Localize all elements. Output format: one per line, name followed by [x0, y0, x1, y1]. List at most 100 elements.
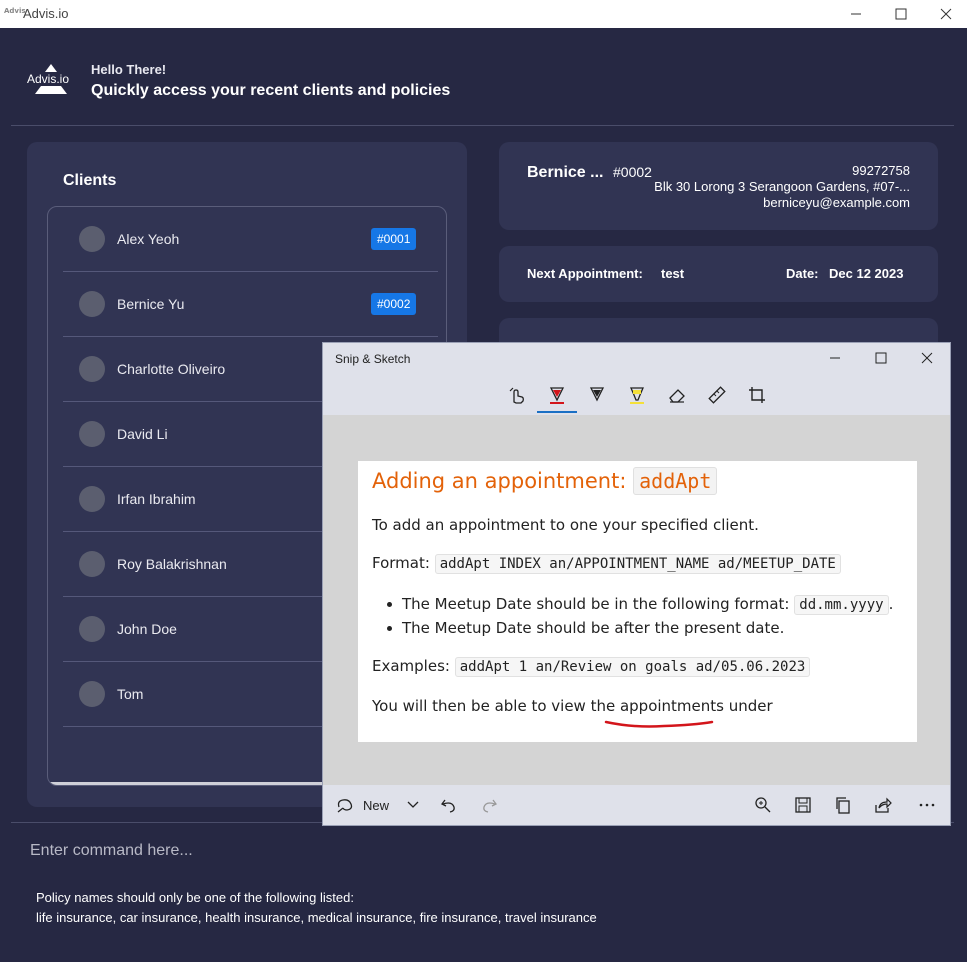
- avatar: [79, 356, 105, 382]
- doc-format-label: Format:: [372, 554, 430, 572]
- crop-button[interactable]: [745, 383, 769, 407]
- doc-bullet1-code: dd.mm.yyyy: [794, 595, 889, 615]
- client-name: John Doe: [117, 621, 177, 637]
- greeting: Hello There!: [91, 62, 167, 77]
- close-icon: [921, 352, 933, 364]
- highlighter-button[interactable]: [625, 383, 649, 407]
- doc-heading-text: Adding an appointment:: [372, 469, 627, 493]
- client-list-item[interactable]: Bernice Yu #0002: [63, 272, 438, 337]
- ballpoint-pen-icon: [549, 387, 565, 404]
- client-name: Roy Balakrishnan: [117, 556, 227, 572]
- client-detail-phone: 99272758: [852, 163, 910, 178]
- zoom-in-icon: [755, 797, 771, 813]
- page-subtitle: Quickly access your recent clients and p…: [91, 82, 451, 99]
- client-list-item[interactable]: Alex Yeoh #0001: [63, 207, 438, 272]
- eraser-button[interactable]: [665, 383, 689, 407]
- bullet-icon: [387, 626, 392, 631]
- ballpoint-pen-button[interactable]: [545, 383, 569, 407]
- snip-maximize-button[interactable]: [858, 343, 904, 373]
- command-input[interactable]: [11, 838, 954, 864]
- close-button[interactable]: [923, 0, 967, 28]
- zoom-button[interactable]: [751, 793, 775, 817]
- client-detail-address: Blk 30 Lorong 3 Serangoon Gardens, #07-.…: [654, 179, 910, 194]
- ruler-icon: [708, 386, 726, 404]
- avatar: [79, 486, 105, 512]
- crop-icon: [749, 387, 765, 403]
- doc-format-code: addApt INDEX an/APPOINTMENT_NAME ad/MEET…: [434, 554, 841, 574]
- pencil-icon: [589, 387, 605, 402]
- snip-close-button[interactable]: [904, 343, 950, 373]
- chevron-down-icon: [407, 801, 419, 808]
- client-name: Irfan Ibrahim: [117, 491, 196, 507]
- appointment-value: test: [661, 266, 685, 281]
- clients-title: Clients: [63, 172, 117, 189]
- bullet-icon: [387, 602, 392, 607]
- client-name: Alex Yeoh: [117, 231, 180, 247]
- client-id-badge: #0001: [371, 228, 417, 250]
- doc-bullet1-end: .: [888, 595, 894, 613]
- undo-icon: [441, 799, 455, 813]
- appointment-date-label: Date:: [786, 266, 819, 281]
- minimize-icon: [830, 357, 840, 359]
- avatar: [79, 421, 105, 447]
- touch-writing-button[interactable]: [505, 383, 529, 407]
- client-detail-email: berniceyu@example.com: [763, 195, 910, 210]
- window-titlebar: Advis Advis.io: [0, 0, 967, 28]
- more-options-button[interactable]: [915, 793, 939, 817]
- client-id-badge: #0002: [371, 293, 417, 315]
- doc-heading-code: addApt: [633, 467, 718, 495]
- new-snip-label: New: [363, 798, 390, 813]
- snip-sketch-window: Snip & Sketch Adding an appointment: add…: [322, 342, 951, 826]
- redo-icon: [483, 799, 497, 813]
- snip-toolbar: [323, 373, 950, 415]
- maximize-icon: [895, 8, 907, 20]
- save-icon: [795, 797, 811, 813]
- new-snip-icon: [337, 799, 353, 813]
- snip-canvas[interactable]: Adding an appointment: addApt To add an …: [323, 415, 950, 785]
- appointment-card: Next Appointment: test Date: Dec 12 2023: [499, 246, 938, 302]
- window-title: Advis.io: [23, 6, 69, 21]
- doc-bullet1-text: The Meetup Date should be in the followi…: [402, 595, 790, 613]
- highlighter-icon: [630, 387, 644, 404]
- client-name: Tom: [117, 686, 144, 702]
- captured-document: Adding an appointment: addApt To add an …: [358, 461, 917, 742]
- new-snip-dropdown[interactable]: [401, 793, 425, 817]
- client-name: Bernice Yu: [117, 296, 185, 312]
- client-detail-name: Bernice ...: [527, 164, 604, 181]
- undo-button[interactable]: [437, 793, 461, 817]
- share-icon: [875, 797, 892, 813]
- snip-minimize-button[interactable]: [812, 343, 858, 373]
- new-snip-button[interactable]: [333, 793, 357, 817]
- doc-bullet2-text: The Meetup Date should be after the pres…: [402, 619, 785, 637]
- logo-pyramid-icon: [35, 64, 67, 94]
- maximize-button[interactable]: [878, 0, 924, 28]
- avatar: [79, 291, 105, 317]
- active-tool-indicator: [537, 411, 577, 413]
- save-button[interactable]: [791, 793, 815, 817]
- copy-icon: [836, 797, 850, 814]
- client-detail-id: #0002: [613, 164, 652, 180]
- policy-note: Policy names should only be one of the f…: [36, 888, 597, 928]
- doc-examples-label: Examples:: [372, 657, 450, 675]
- close-icon: [940, 8, 952, 20]
- minimize-icon: [851, 13, 861, 15]
- client-name: David Li: [117, 426, 168, 442]
- header-divider: [11, 125, 954, 126]
- doc-last-line: You will then be able to view the appoin…: [372, 697, 773, 715]
- pencil-button[interactable]: [585, 383, 609, 407]
- client-detail-card: Bernice ... #0002 99272758 Blk 30 Lorong…: [499, 142, 938, 230]
- minimize-button[interactable]: [833, 0, 879, 28]
- avatar: [79, 551, 105, 577]
- doc-bullet: The Meetup Date should be in the followi…: [387, 595, 894, 615]
- doc-bullet: The Meetup Date should be after the pres…: [387, 619, 785, 637]
- share-button[interactable]: [871, 793, 895, 817]
- app-logo: Advis.io: [27, 64, 75, 100]
- avatar: [79, 226, 105, 252]
- copy-button[interactable]: [831, 793, 855, 817]
- ruler-button[interactable]: [705, 383, 729, 407]
- client-name: Charlotte Oliveiro: [117, 361, 226, 377]
- touch-writing-icon: [509, 387, 524, 404]
- redo-button[interactable]: [477, 793, 501, 817]
- avatar: [79, 616, 105, 642]
- doc-heading: Adding an appointment: addApt: [372, 467, 718, 495]
